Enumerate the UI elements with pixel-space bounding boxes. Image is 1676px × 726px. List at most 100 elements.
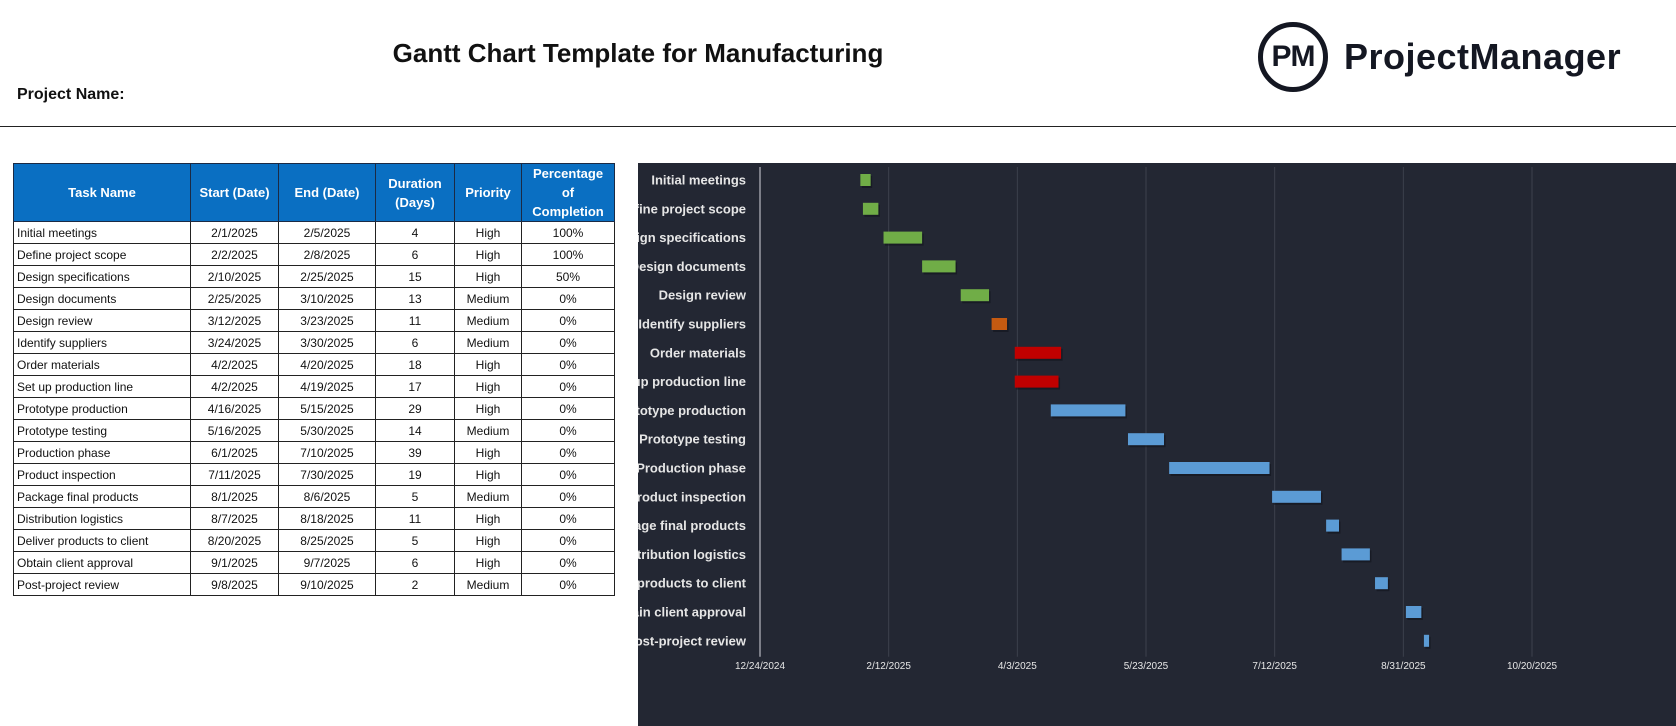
task-bar[interactable] [1014, 375, 1059, 388]
priority-cell[interactable]: High [454, 375, 522, 398]
priority-cell[interactable]: Medium [454, 331, 522, 354]
start-date-cell[interactable]: 5/16/2025 [190, 419, 279, 442]
start-date-cell[interactable]: 9/1/2025 [190, 551, 279, 574]
completion-cell[interactable]: 100% [521, 221, 615, 244]
task-bar[interactable] [1050, 404, 1126, 417]
completion-cell[interactable]: 0% [521, 331, 615, 354]
task-name-cell[interactable]: Post-project review [13, 573, 191, 596]
end-date-cell[interactable]: 5/15/2025 [278, 397, 376, 420]
start-date-cell[interactable]: 4/16/2025 [190, 397, 279, 420]
duration-cell[interactable]: 6 [375, 551, 455, 574]
priority-cell[interactable]: High [454, 397, 522, 420]
task-bar[interactable] [1423, 634, 1430, 647]
end-date-cell[interactable]: 3/10/2025 [278, 287, 376, 310]
completion-cell[interactable]: 0% [521, 353, 615, 376]
priority-cell[interactable]: High [454, 529, 522, 552]
task-name-cell[interactable]: Production phase [13, 441, 191, 464]
task-name-cell[interactable]: Deliver products to client [13, 529, 191, 552]
priority-cell[interactable]: High [454, 507, 522, 530]
duration-cell[interactable]: 6 [375, 243, 455, 266]
end-date-cell[interactable]: 2/25/2025 [278, 265, 376, 288]
completion-cell[interactable]: 0% [521, 419, 615, 442]
task-bar[interactable] [1272, 490, 1321, 503]
task-bar[interactable] [1326, 519, 1339, 532]
completion-cell[interactable]: 50% [521, 265, 615, 288]
priority-cell[interactable]: High [454, 463, 522, 486]
task-name-cell[interactable]: Design specifications [13, 265, 191, 288]
priority-cell[interactable]: Medium [454, 419, 522, 442]
task-name-cell[interactable]: Initial meetings [13, 221, 191, 244]
priority-cell[interactable]: High [454, 221, 522, 244]
priority-cell[interactable]: High [454, 441, 522, 464]
start-date-cell[interactable]: 2/2/2025 [190, 243, 279, 266]
task-bar[interactable] [922, 260, 956, 273]
task-bar[interactable] [1127, 433, 1165, 446]
task-name-cell[interactable]: Package final products [13, 485, 191, 508]
completion-cell[interactable]: 0% [521, 397, 615, 420]
end-date-cell[interactable]: 7/30/2025 [278, 463, 376, 486]
start-date-cell[interactable]: 7/11/2025 [190, 463, 279, 486]
task-name-cell[interactable]: Design documents [13, 287, 191, 310]
end-date-cell[interactable]: 3/23/2025 [278, 309, 376, 332]
start-date-cell[interactable]: 3/12/2025 [190, 309, 279, 332]
task-name-cell[interactable]: Prototype production [13, 397, 191, 420]
duration-cell[interactable]: 29 [375, 397, 455, 420]
task-bar[interactable] [1405, 606, 1422, 618]
end-date-cell[interactable]: 2/8/2025 [278, 243, 376, 266]
end-date-cell[interactable]: 8/25/2025 [278, 529, 376, 552]
start-date-cell[interactable]: 6/1/2025 [190, 441, 279, 464]
completion-cell[interactable]: 0% [521, 529, 615, 552]
task-name-cell[interactable]: Set up production line [13, 375, 191, 398]
end-date-cell[interactable]: 4/19/2025 [278, 375, 376, 398]
completion-cell[interactable]: 0% [521, 309, 615, 332]
task-bar[interactable] [1169, 462, 1270, 474]
completion-cell[interactable]: 0% [521, 573, 615, 596]
task-name-cell[interactable]: Order materials [13, 353, 191, 376]
start-date-cell[interactable]: 3/24/2025 [190, 331, 279, 354]
end-date-cell[interactable]: 4/20/2025 [278, 353, 376, 376]
priority-cell[interactable]: Medium [454, 287, 522, 310]
start-date-cell[interactable]: 2/25/2025 [190, 287, 279, 310]
end-date-cell[interactable]: 2/5/2025 [278, 221, 376, 244]
start-date-cell[interactable]: 8/7/2025 [190, 507, 279, 530]
completion-cell[interactable]: 0% [521, 551, 615, 574]
task-bar[interactable] [862, 202, 879, 215]
duration-cell[interactable]: 17 [375, 375, 455, 398]
completion-cell[interactable]: 0% [521, 441, 615, 464]
priority-cell[interactable]: High [454, 353, 522, 376]
completion-cell[interactable]: 0% [521, 463, 615, 486]
duration-cell[interactable]: 2 [375, 573, 455, 596]
priority-cell[interactable]: Medium [454, 309, 522, 332]
task-bar[interactable] [991, 318, 1008, 330]
end-date-cell[interactable]: 8/6/2025 [278, 485, 376, 508]
start-date-cell[interactable]: 4/2/2025 [190, 353, 279, 376]
task-name-cell[interactable]: Identify suppliers [13, 331, 191, 354]
start-date-cell[interactable]: 9/8/2025 [190, 573, 279, 596]
start-date-cell[interactable]: 8/20/2025 [190, 529, 279, 552]
start-date-cell[interactable]: 4/2/2025 [190, 375, 279, 398]
priority-cell[interactable]: High [454, 551, 522, 574]
priority-cell[interactable]: Medium [454, 573, 522, 596]
task-name-cell[interactable]: Distribution logistics [13, 507, 191, 530]
start-date-cell[interactable]: 8/1/2025 [190, 485, 279, 508]
duration-cell[interactable]: 11 [375, 309, 455, 332]
task-name-cell[interactable]: Obtain client approval [13, 551, 191, 574]
duration-cell[interactable]: 18 [375, 353, 455, 376]
task-name-cell[interactable]: Define project scope [13, 243, 191, 266]
task-bar[interactable] [1341, 548, 1370, 561]
completion-cell[interactable]: 0% [521, 485, 615, 508]
task-name-cell[interactable]: Design review [13, 309, 191, 332]
duration-cell[interactable]: 4 [375, 221, 455, 244]
duration-cell[interactable]: 15 [375, 265, 455, 288]
task-name-cell[interactable]: Product inspection [13, 463, 191, 486]
priority-cell[interactable]: High [454, 265, 522, 288]
completion-cell[interactable]: 0% [521, 375, 615, 398]
end-date-cell[interactable]: 3/30/2025 [278, 331, 376, 354]
start-date-cell[interactable]: 2/10/2025 [190, 265, 279, 288]
task-bar[interactable] [1375, 577, 1388, 590]
start-date-cell[interactable]: 2/1/2025 [190, 221, 279, 244]
duration-cell[interactable]: 13 [375, 287, 455, 310]
completion-cell[interactable]: 0% [521, 287, 615, 310]
duration-cell[interactable]: 11 [375, 507, 455, 530]
duration-cell[interactable]: 19 [375, 463, 455, 486]
